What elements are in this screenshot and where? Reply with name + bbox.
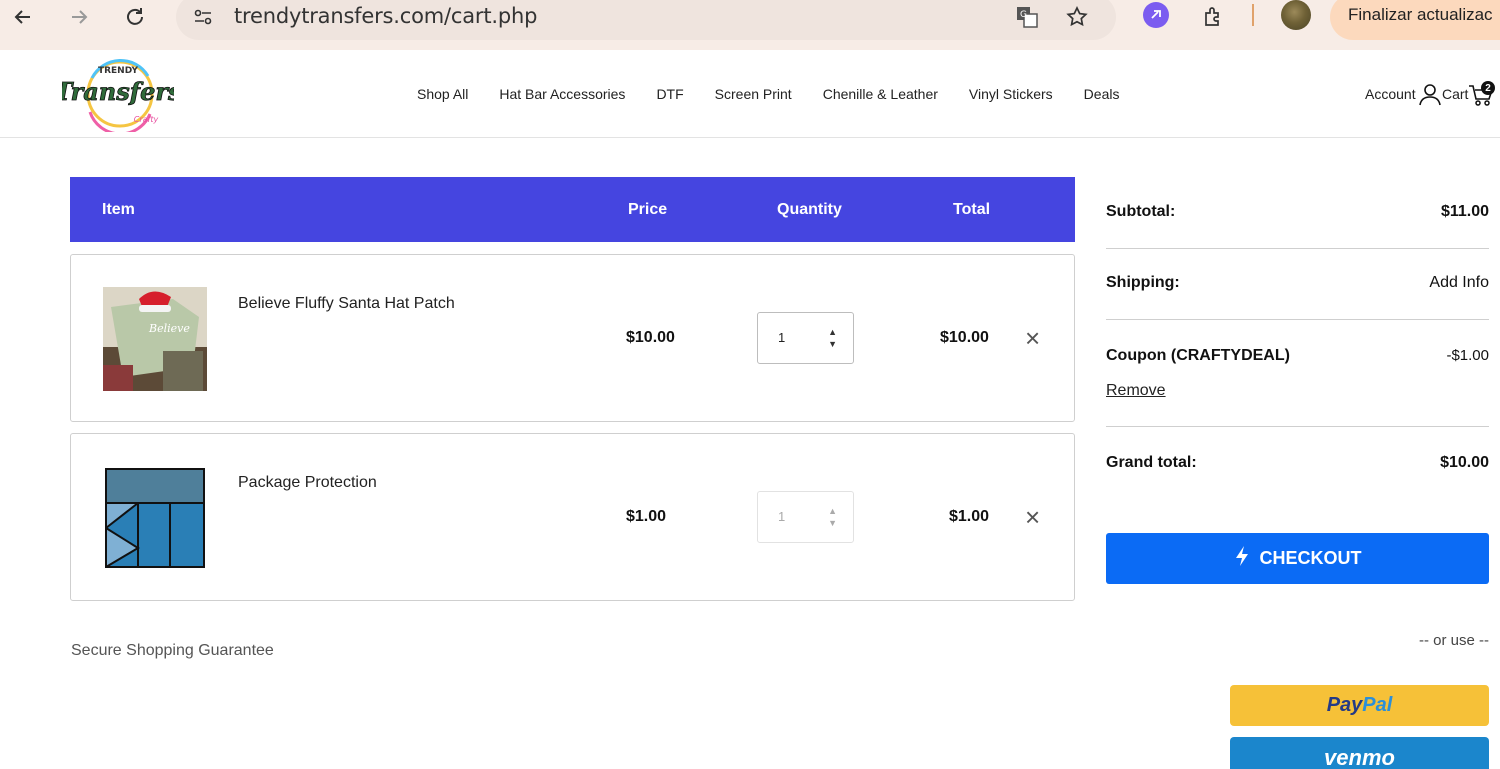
spinner-arrows-icon: ▲ ▼ (828, 506, 837, 528)
site-settings-icon[interactable] (190, 4, 216, 30)
extensions-puzzle-icon[interactable] (1200, 4, 1226, 30)
reload-icon[interactable] (122, 4, 148, 30)
checkout-label: CHECKOUT (1259, 548, 1362, 568)
cart-link[interactable]: Cart (1442, 86, 1468, 102)
venmo-button[interactable]: venmo (1230, 737, 1489, 769)
cart-table-header: Item Price Quantity Total (70, 177, 1075, 242)
product-price: $10.00 (626, 329, 675, 346)
quantity-value: 1 (778, 509, 786, 524)
main-navigation: Shop All Hat Bar Accessories DTF Screen … (417, 86, 1119, 102)
quantity-stepper: 1 ▲ ▼ (757, 491, 854, 543)
nav-vinyl-stickers[interactable]: Vinyl Stickers (969, 86, 1053, 102)
cart-row: Believe Believe Fluffy Santa Hat Patch $… (70, 254, 1075, 422)
nav-deals[interactable]: Deals (1084, 86, 1120, 102)
update-button[interactable]: Finalizar actualizac (1330, 0, 1500, 40)
quantity-value: 1 (778, 330, 786, 345)
remove-coupon-link[interactable]: Remove (1106, 382, 1166, 400)
or-use-text: -- or use -- (1418, 632, 1489, 649)
grand-total-value: $10.00 (1440, 454, 1489, 471)
paypal-text-b: Pal (1362, 694, 1393, 716)
extension-icon[interactable] (1143, 2, 1169, 28)
secure-shopping-guarantee[interactable]: Secure Shopping Guarantee (71, 642, 274, 660)
quantity-stepper[interactable]: 1 ▲ ▼ (757, 312, 854, 364)
toolbar-divider (1252, 4, 1254, 26)
column-item: Item (102, 201, 135, 218)
svg-text:Transfers: Transfers (62, 77, 174, 106)
product-name[interactable]: Believe Fluffy Santa Hat Patch (238, 295, 455, 313)
cart-row: Package Protection $1.00 1 ▲ ▼ $1.00 × (70, 433, 1075, 601)
back-arrow-icon[interactable] (10, 4, 36, 30)
address-bar[interactable]: trendytransfers.com/cart.php G (176, 0, 1116, 40)
url-text[interactable]: trendytransfers.com/cart.php (234, 4, 537, 28)
remove-item-icon[interactable]: × (1025, 504, 1040, 530)
browser-toolbar: trendytransfers.com/cart.php G Finalizar… (0, 0, 1500, 50)
shipping-add-info-link[interactable]: Add Info (1429, 274, 1489, 292)
svg-text:G: G (1020, 10, 1027, 20)
column-quantity: Quantity (777, 201, 842, 218)
paypal-button[interactable]: Pay Pal (1230, 685, 1489, 726)
cart-count-badge: 2 (1481, 81, 1495, 95)
site-header: TRENDY Transfers Crafty Shop All Hat Bar… (0, 50, 1500, 138)
column-total: Total (953, 201, 991, 218)
nav-dtf[interactable]: DTF (656, 86, 683, 102)
spinner-arrows-icon[interactable]: ▲ ▼ (828, 326, 837, 350)
nav-screen-print[interactable]: Screen Print (715, 86, 792, 102)
product-image-santa-patch[interactable]: Believe (103, 287, 207, 391)
profile-avatar[interactable] (1281, 0, 1311, 30)
bookmark-star-icon[interactable] (1064, 4, 1090, 30)
subtotal-value: $11.00 (1440, 203, 1489, 220)
account-link[interactable]: Account (1365, 86, 1416, 102)
coupon-value: -$1.00 (1446, 347, 1489, 364)
remove-item-icon[interactable]: × (1025, 325, 1040, 351)
checkout-button[interactable]: CHECKOUT (1106, 533, 1489, 584)
column-price: Price (628, 201, 668, 218)
line-total: $10.00 (940, 329, 989, 346)
lightning-icon (1234, 545, 1250, 572)
product-image-package-protection[interactable] (103, 466, 207, 570)
site-logo[interactable]: TRENDY Transfers Crafty (54, 56, 182, 136)
product-name[interactable]: Package Protection (238, 474, 377, 492)
update-button-label: Finalizar actualizac (1348, 5, 1493, 24)
grand-total-label: Grand total: (1106, 454, 1197, 471)
svg-text:Believe: Believe (148, 322, 190, 335)
paypal-text-a: Pay (1326, 694, 1363, 716)
nav-hat-bar-accessories[interactable]: Hat Bar Accessories (499, 86, 625, 102)
svg-text:Crafty: Crafty (134, 115, 159, 124)
translate-icon[interactable]: G (1014, 4, 1040, 30)
divider (1106, 319, 1489, 320)
product-price: $1.00 (626, 508, 667, 525)
nav-chenille-leather[interactable]: Chenille & Leather (823, 86, 938, 102)
shipping-label: Shipping: (1106, 274, 1180, 291)
coupon-label: Coupon (CRAFTYDEAL) (1106, 347, 1290, 364)
divider (1106, 248, 1489, 249)
line-total: $1.00 (949, 508, 990, 525)
forward-arrow-icon[interactable] (66, 4, 92, 30)
user-icon[interactable] (1418, 82, 1442, 111)
subtotal-label: Subtotal: (1106, 203, 1176, 220)
nav-shop-all[interactable]: Shop All (417, 86, 468, 102)
svg-text:TRENDY: TRENDY (98, 66, 139, 76)
divider (1106, 426, 1489, 427)
venmo-label: venmo (1324, 744, 1395, 769)
